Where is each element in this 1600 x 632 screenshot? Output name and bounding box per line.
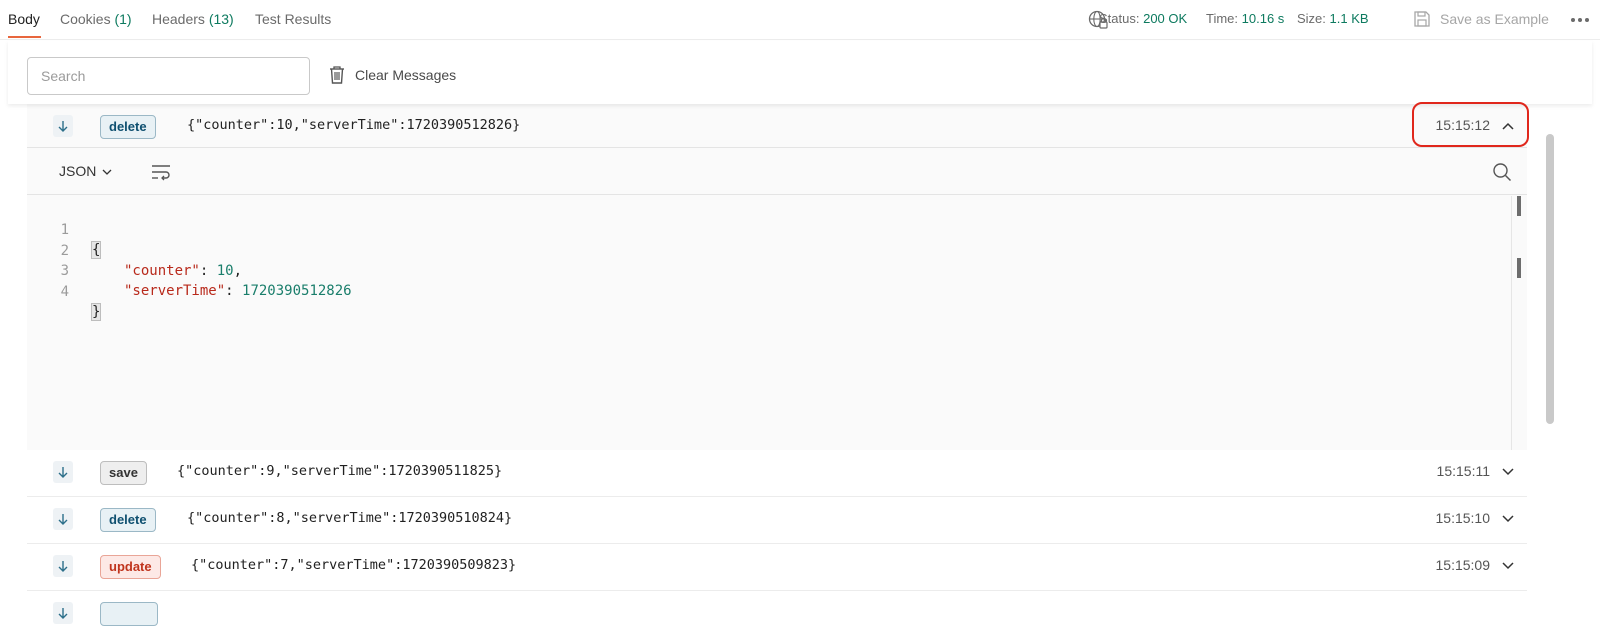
tab-cookies-count: (1) xyxy=(114,11,132,27)
size-label: Size: xyxy=(1297,11,1326,26)
status-label: Status: xyxy=(1099,11,1140,26)
message-time: 15:15:10 xyxy=(1435,510,1491,526)
line-number: 4 xyxy=(60,284,69,300)
active-tab-indicator xyxy=(8,36,41,38)
message-row[interactable]: update {"counter":7,"serverTime":1720390… xyxy=(27,544,1527,591)
event-badge: delete xyxy=(100,508,156,532)
wrap-lines-icon[interactable] xyxy=(151,163,171,181)
message-payload: {"counter":8,"serverTime":1720390510824} xyxy=(187,510,513,526)
json-key: "serverTime" xyxy=(124,283,226,299)
message-payload: {"counter":7,"serverTime":1720390509823} xyxy=(191,557,517,573)
trash-icon xyxy=(330,66,344,84)
status-readout: Status: 200 OK xyxy=(1099,11,1187,26)
search-input[interactable] xyxy=(27,57,310,95)
message-list: delete {"counter":10,"serverTime":172039… xyxy=(27,104,1527,632)
scroll-marker xyxy=(1517,196,1521,216)
time-value[interactable]: 10.16 s xyxy=(1242,11,1285,26)
tab-body-label: Body xyxy=(8,11,40,27)
event-badge: update xyxy=(100,555,161,579)
message-payload: {"counter":10,"serverTime":1720390512826… xyxy=(187,117,521,133)
search-icon[interactable] xyxy=(1492,162,1512,182)
tab-test-results-label: Test Results xyxy=(255,11,332,27)
incoming-arrow-icon xyxy=(53,115,73,137)
message-time: 15:15:09 xyxy=(1435,557,1491,573)
code-scrollbar[interactable] xyxy=(1511,196,1527,452)
tab-headers-label: Headers xyxy=(152,11,205,27)
format-select[interactable]: JSON xyxy=(59,163,112,179)
close-brace: } xyxy=(91,303,102,321)
format-label: JSON xyxy=(59,163,97,179)
chevron-down-icon[interactable] xyxy=(1502,515,1514,523)
incoming-arrow-icon xyxy=(53,461,73,483)
save-as-example-button[interactable]: Save as Example xyxy=(1413,10,1573,30)
scroll-marker xyxy=(1517,258,1521,278)
incoming-arrow-icon xyxy=(53,602,73,624)
code-line: 1 { xyxy=(27,200,1507,259)
tab-body[interactable]: Body xyxy=(8,11,40,27)
messages-toolbar: Clear Messages xyxy=(8,41,1592,104)
json-value: 1720390512826 xyxy=(242,283,352,299)
save-as-example-label: Save as Example xyxy=(1440,11,1549,27)
tab-cookies[interactable]: Cookies (1) xyxy=(60,11,132,27)
code-editor[interactable]: 1 { 2 "counter": 10, 3 "serverTime": 172… xyxy=(27,196,1511,452)
page-scrollbar[interactable] xyxy=(1546,134,1554,424)
event-badge xyxy=(100,602,158,626)
code-line: 4 } xyxy=(27,262,1507,321)
code-line: 3 "serverTime": 1720390512826 xyxy=(27,241,1507,299)
message-payload: {"counter":9,"serverTime":1720390511825} xyxy=(177,463,503,479)
event-badge: save xyxy=(100,461,147,485)
message-row[interactable] xyxy=(27,591,1527,632)
response-tabbar: Body Cookies (1) Headers (13) Test Resul… xyxy=(0,0,1600,40)
message-row[interactable]: delete {"counter":10,"serverTime":172039… xyxy=(27,104,1527,148)
save-disk-icon xyxy=(1414,11,1430,27)
size-value[interactable]: 1.1 KB xyxy=(1330,11,1369,26)
tab-cookies-label: Cookies xyxy=(60,11,111,27)
body-viewer-toolbar: JSON xyxy=(27,148,1527,195)
chevron-down-icon xyxy=(102,169,112,176)
tab-headers-count: (13) xyxy=(208,11,234,27)
chevron-down-icon[interactable] xyxy=(1502,468,1514,476)
incoming-arrow-icon xyxy=(53,508,73,530)
code-line: 2 "counter": 10, xyxy=(27,221,1507,279)
event-badge: delete xyxy=(100,115,156,139)
tab-test-results[interactable]: Test Results xyxy=(255,11,331,27)
clear-messages-label: Clear Messages xyxy=(355,67,457,83)
incoming-arrow-icon xyxy=(53,555,73,577)
time-readout: Time: 10.16 s xyxy=(1206,11,1284,26)
message-time: 15:15:11 xyxy=(1436,463,1490,479)
message-row[interactable]: delete {"counter":8,"serverTime":1720390… xyxy=(27,497,1527,544)
time-label: Time: xyxy=(1206,11,1239,26)
message-row[interactable]: save {"counter":9,"serverTime":172039051… xyxy=(27,450,1527,497)
tab-headers[interactable]: Headers (13) xyxy=(152,11,234,27)
status-value[interactable]: 200 OK xyxy=(1143,11,1187,26)
more-options-icon[interactable] xyxy=(1570,14,1590,26)
timestamp-highlight xyxy=(1412,102,1529,147)
size-readout: Size: 1.1 KB xyxy=(1297,11,1369,26)
chevron-down-icon[interactable] xyxy=(1502,562,1514,570)
message-body-viewer: JSON 1 { 2 "counter": 10, 3 "serverTime"… xyxy=(27,148,1527,453)
